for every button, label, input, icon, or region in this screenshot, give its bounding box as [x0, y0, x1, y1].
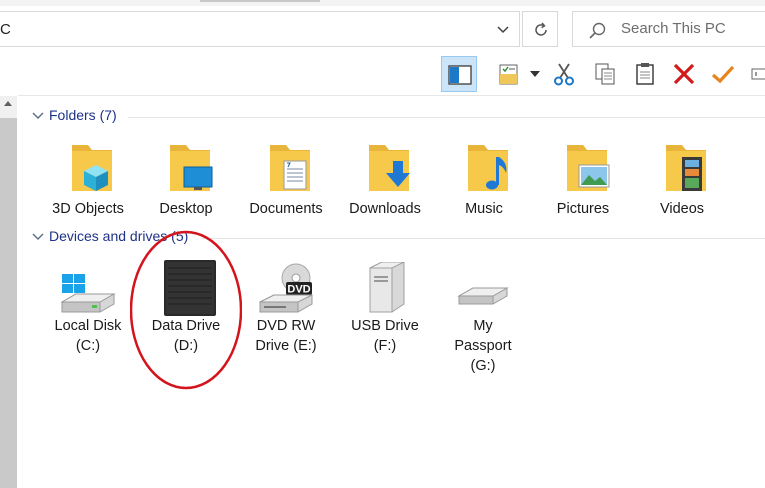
folder-documents[interactable]: Documents — [240, 139, 332, 219]
cut-icon — [554, 63, 574, 86]
chevron-down-icon[interactable] — [32, 111, 44, 121]
delete-icon — [673, 63, 695, 85]
item-label: Desktop — [159, 201, 213, 217]
desktop-folder-icon — [170, 145, 213, 191]
drive-icon-wrap: DVD — [240, 262, 332, 316]
chevron-down-icon[interactable] — [32, 232, 44, 242]
scroll-up-icon[interactable] — [4, 101, 12, 106]
drive-label-line3: (G:) — [470, 358, 496, 374]
delete-button[interactable] — [666, 56, 702, 92]
rename-button[interactable] — [744, 56, 765, 92]
preview-pane-button[interactable] — [441, 56, 477, 92]
drive-icon-wrap — [437, 262, 529, 316]
drive-label-line1: Data Drive — [151, 318, 221, 334]
folder-music[interactable]: Music — [438, 139, 530, 219]
portable-drive-icon — [457, 287, 509, 305]
folder-desktop[interactable]: Desktop — [140, 139, 232, 219]
drive-local-disk-c[interactable]: Local Disk (C:) — [42, 262, 134, 356]
paste-button[interactable] — [627, 56, 663, 92]
music-folder-icon — [468, 145, 508, 191]
drive-icon-wrap — [339, 262, 431, 316]
search-input[interactable] — [621, 20, 761, 37]
preview-pane-icon — [448, 65, 472, 85]
drive-label-line1: DVD RW — [256, 318, 316, 334]
3d-objects-folder-icon — [72, 145, 112, 191]
properties-icon — [499, 64, 518, 85]
drive-icon-wrap — [42, 262, 134, 316]
apply-button[interactable] — [705, 56, 741, 92]
toolbar — [0, 54, 765, 96]
properties-button[interactable] — [490, 56, 526, 92]
title-strip-line — [200, 0, 320, 2]
title-strip — [0, 0, 765, 6]
group-rule — [128, 117, 765, 118]
group-rule — [202, 238, 765, 239]
item-label: Downloads — [349, 201, 421, 217]
drive-label-line2: (D:) — [173, 338, 199, 354]
search-icon — [589, 22, 606, 39]
search-box[interactable] — [572, 11, 765, 47]
item-label: Documents — [249, 201, 323, 217]
downloads-folder-icon — [369, 145, 410, 191]
item-label: Pictures — [556, 201, 610, 217]
drive-usb-f[interactable]: USB Drive (F:) — [339, 262, 431, 356]
rename-icon — [751, 68, 765, 80]
drive-label-line2: (C:) — [75, 338, 101, 354]
checkmark-icon — [711, 65, 735, 84]
drive-icon-wrap — [140, 260, 232, 316]
scrollbar-thumb[interactable] — [0, 118, 17, 488]
cut-button[interactable] — [546, 56, 582, 92]
copy-icon — [595, 63, 615, 85]
refresh-button[interactable] — [522, 11, 558, 47]
address-bar[interactable]: C — [0, 11, 520, 47]
documents-folder-icon — [270, 145, 310, 191]
drive-my-passport-g[interactable]: My Passport (G:) — [437, 262, 529, 376]
address-dropdown-icon[interactable] — [495, 21, 511, 37]
external-hdd-icon — [164, 260, 216, 316]
refresh-icon — [535, 22, 547, 36]
drive-label-line2: Passport — [454, 338, 512, 354]
local-disk-icon — [60, 274, 116, 313]
folder-downloads[interactable]: Downloads — [339, 139, 431, 219]
drive-label-line1: USB Drive — [351, 318, 419, 334]
devices-group-header[interactable]: Devices and drives (5) — [30, 228, 765, 248]
dropdown-arrow-icon — [530, 71, 540, 77]
properties-dropdown[interactable] — [526, 56, 544, 92]
toolbar-divider — [18, 95, 765, 96]
drive-label-line1: My — [473, 318, 493, 334]
item-label: Videos — [659, 201, 705, 217]
dvd-drive-icon: DVD — [259, 263, 313, 313]
drive-dvd-rw-e[interactable]: DVD DVD RW Drive (E:) — [240, 262, 332, 356]
drive-data-drive-d[interactable]: Data Drive (D:) — [140, 260, 232, 356]
videos-folder-icon — [666, 145, 706, 191]
item-label: Music — [465, 201, 503, 217]
dvd-badge: DVD — [287, 284, 310, 296]
drive-label-line2: Drive (E:) — [255, 338, 317, 354]
folders-group-header[interactable]: Folders (7) — [30, 107, 765, 127]
vertical-scrollbar[interactable] — [0, 96, 17, 488]
drive-label-line1: Local Disk — [54, 318, 122, 334]
folder-3d-objects[interactable]: 3D Objects — [42, 139, 134, 219]
paste-icon — [636, 63, 654, 85]
item-label: 3D Objects — [52, 201, 124, 217]
pictures-folder-icon — [567, 145, 610, 191]
folder-videos[interactable]: Videos — [636, 139, 728, 219]
usb-drive-icon — [369, 262, 405, 313]
group-title: Devices and drives (5) — [49, 228, 189, 244]
drive-label-line2: (F:) — [373, 338, 397, 354]
folder-pictures[interactable]: Pictures — [537, 139, 629, 219]
group-title: Folders (7) — [49, 107, 117, 123]
copy-button[interactable] — [587, 56, 623, 92]
address-path: C — [0, 21, 11, 38]
